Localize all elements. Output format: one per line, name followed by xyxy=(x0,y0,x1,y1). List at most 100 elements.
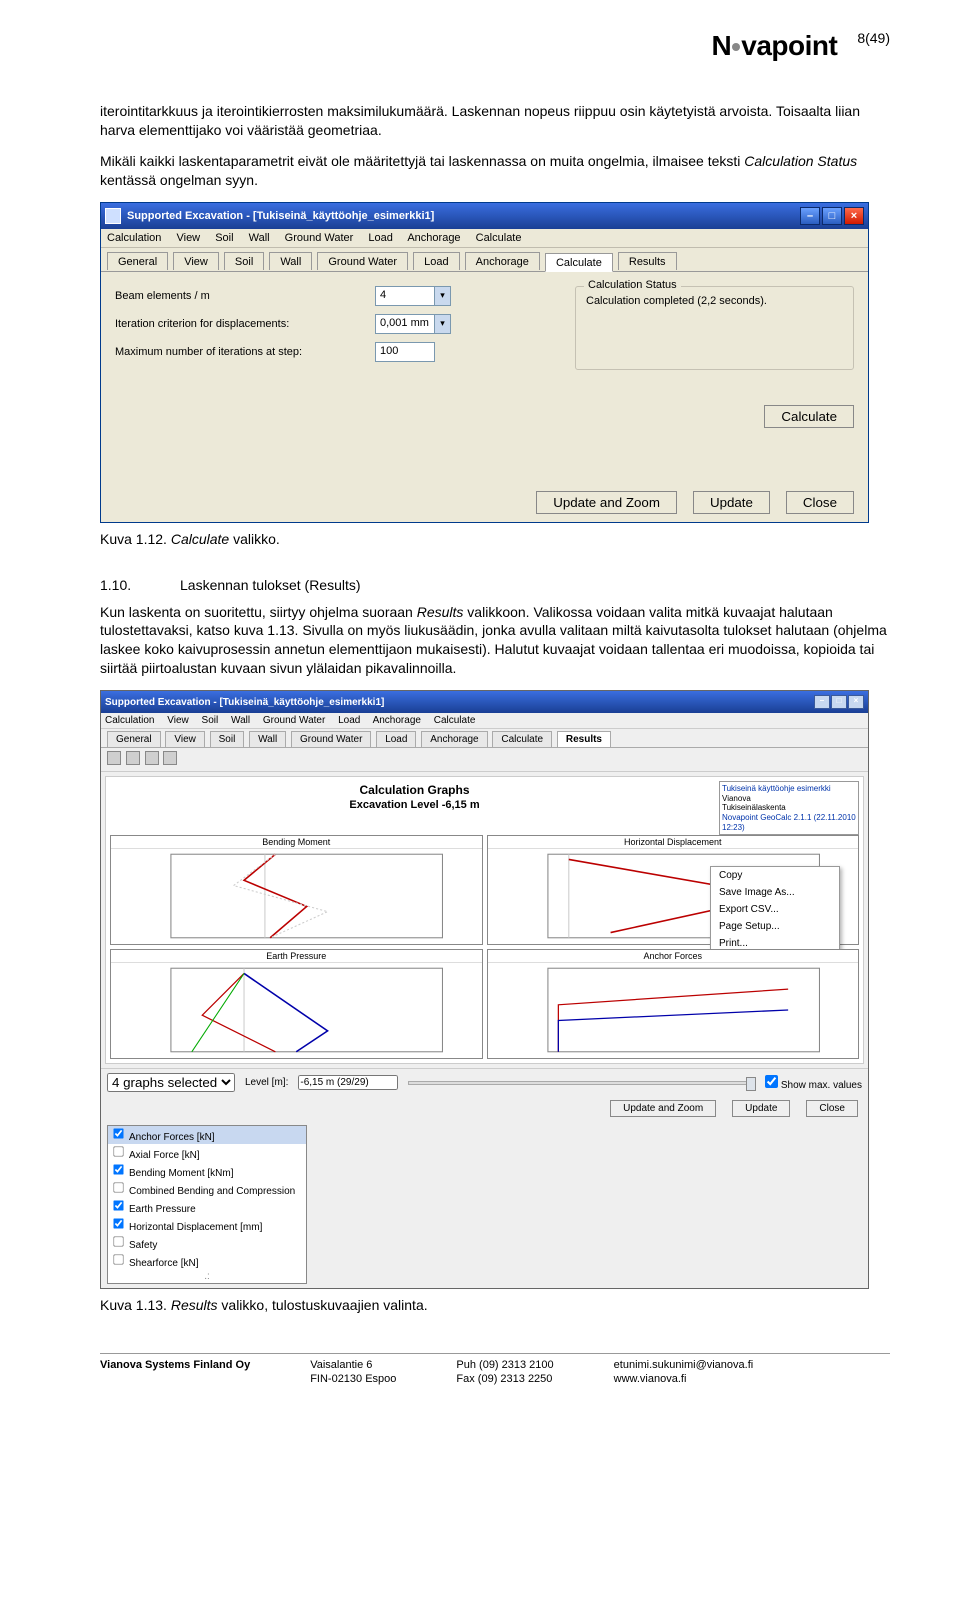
tab-row: General View Soil Wall Ground Water Load… xyxy=(101,248,868,272)
tab-general[interactable]: General xyxy=(107,252,168,270)
section-heading: 1.10.Laskennan tulokset (Results) xyxy=(100,577,890,593)
results-window: Supported Excavation - [Tukiseinä_käyttö… xyxy=(100,690,869,1289)
tab-general[interactable]: General xyxy=(107,731,161,747)
tab-results[interactable]: Results xyxy=(618,252,677,270)
show-max-checkbox[interactable]: Show max. values xyxy=(765,1075,862,1091)
tab-calculate[interactable]: Calculate xyxy=(545,253,613,272)
minimize-button[interactable]: – xyxy=(814,695,830,709)
dropdown-item[interactable]: Safety xyxy=(108,1234,306,1252)
graphs-dropdown: Anchor Forces [kN]Axial Force [kN]Bendin… xyxy=(107,1125,307,1284)
tab-soil[interactable]: Soil xyxy=(210,731,245,747)
tab-view[interactable]: View xyxy=(165,731,205,747)
close-button[interactable]: × xyxy=(844,207,864,225)
tab-anchorage[interactable]: Anchorage xyxy=(421,731,487,747)
menu-wall[interactable]: Wall xyxy=(231,715,250,726)
update-button[interactable]: Update xyxy=(693,491,770,514)
ctx-save-image[interactable]: Save Image As... xyxy=(711,884,839,901)
iteration-label: Iteration criterion for displacements: xyxy=(115,318,375,330)
dropdown-item[interactable]: Axial Force [kN] xyxy=(108,1144,306,1162)
results-lower-bar: 4 graphs selected Level [m]: Show max. v… xyxy=(101,1068,868,1096)
window-title: Supported Excavation - [Tukiseinä_käyttö… xyxy=(127,210,434,222)
dropdown-item[interactable]: Shearforce [kN] xyxy=(108,1252,306,1270)
menu-calculation[interactable]: Calculation xyxy=(107,232,161,244)
tab-wall[interactable]: Wall xyxy=(249,731,286,747)
legend-box: Tukiseinä käyttöohje esimerkki Vianova T… xyxy=(719,781,859,835)
page-footer: Vianova Systems Finland Oy Vaisalantie 6… xyxy=(100,1353,890,1387)
status-legend: Calculation Status xyxy=(584,279,681,291)
tab-load[interactable]: Load xyxy=(413,252,459,270)
dropdown-item[interactable]: Combined Bending and Compression xyxy=(108,1180,306,1198)
chevron-down-icon[interactable]: ▾ xyxy=(435,286,451,306)
menu-soil[interactable]: Soil xyxy=(202,715,219,726)
tab-soil[interactable]: Soil xyxy=(224,252,264,270)
level-label: Level [m]: xyxy=(245,1077,288,1088)
menu-wall[interactable]: Wall xyxy=(249,232,270,244)
max-iter-label: Maximum number of iterations at step: xyxy=(115,346,375,358)
menu-calculate[interactable]: Calculate xyxy=(476,232,522,244)
tab-results[interactable]: Results xyxy=(557,731,611,747)
minimize-button[interactable]: – xyxy=(800,207,820,225)
close-button[interactable]: × xyxy=(848,695,864,709)
print-icon[interactable] xyxy=(163,751,177,765)
close-button[interactable]: Close xyxy=(786,491,854,514)
menu-view[interactable]: View xyxy=(167,715,189,726)
chart-canvas: Tukiseinä käyttöohje esimerkki Vianova T… xyxy=(105,776,864,1064)
calculate-window: Supported Excavation - [Tukiseinä_käyttö… xyxy=(100,202,869,523)
calculation-status-box: Calculation Status Calculation completed… xyxy=(575,286,854,370)
menu-bar: Calculation View Soil Wall Ground Water … xyxy=(101,713,868,729)
ctx-page-setup[interactable]: Page Setup... xyxy=(711,918,839,935)
paragraph-3: Kun laskenta on suoritettu, siirtyy ohje… xyxy=(100,603,890,679)
update-zoom-button[interactable]: Update and Zoom xyxy=(536,491,677,514)
maximize-button[interactable]: □ xyxy=(822,207,842,225)
menu-calculate[interactable]: Calculate xyxy=(434,715,476,726)
menu-anchorage[interactable]: Anchorage xyxy=(373,715,421,726)
update-zoom-button[interactable]: Update and Zoom xyxy=(610,1100,716,1117)
title-bar: Supported Excavation - [Tukiseinä_käyttö… xyxy=(101,691,868,713)
calculate-button[interactable]: Calculate xyxy=(764,405,854,428)
page-number: 8(49) xyxy=(857,30,890,46)
level-input[interactable] xyxy=(298,1075,398,1090)
close-button[interactable]: Close xyxy=(806,1100,858,1117)
beam-label: Beam elements / m xyxy=(115,290,375,302)
menu-anchorage[interactable]: Anchorage xyxy=(407,232,460,244)
level-slider[interactable] xyxy=(408,1081,755,1085)
tab-anchorage[interactable]: Anchorage xyxy=(465,252,540,270)
menu-view[interactable]: View xyxy=(176,232,200,244)
update-button[interactable]: Update xyxy=(732,1100,790,1117)
tab-groundwater[interactable]: Ground Water xyxy=(291,731,371,747)
max-iter-input[interactable]: 100 xyxy=(375,342,435,362)
chevron-down-icon[interactable]: ▾ xyxy=(435,314,451,334)
paste-icon[interactable] xyxy=(145,751,159,765)
menu-load[interactable]: Load xyxy=(338,715,360,726)
dropdown-item[interactable]: Anchor Forces [kN] xyxy=(108,1126,306,1144)
plot-anchor-forces: Anchor Forces xyxy=(487,949,860,1059)
menu-groundwater[interactable]: Ground Water xyxy=(285,232,354,244)
status-text: Calculation completed (2,2 seconds). xyxy=(586,295,843,307)
tab-wall[interactable]: Wall xyxy=(269,252,312,270)
menu-groundwater[interactable]: Ground Water xyxy=(263,715,325,726)
copy-icon[interactable] xyxy=(126,751,140,765)
beam-input[interactable]: 4 xyxy=(375,286,435,306)
menu-calculation[interactable]: Calculation xyxy=(105,715,154,726)
menu-load[interactable]: Load xyxy=(368,232,392,244)
dropdown-item[interactable]: Earth Pressure xyxy=(108,1198,306,1216)
menu-bar: Calculation View Soil Wall Ground Water … xyxy=(101,229,868,248)
page-header: Nvapoint 8(49) xyxy=(100,30,890,62)
tab-load[interactable]: Load xyxy=(376,731,416,747)
figure-caption-1: Kuva 1.12. Calculate valikko. xyxy=(100,531,890,547)
iteration-input[interactable]: 0,001 mm xyxy=(375,314,435,334)
save-icon[interactable] xyxy=(107,751,121,765)
ctx-export-csv[interactable]: Export CSV... xyxy=(711,901,839,918)
dropdown-item[interactable]: Bending Moment [kNm] xyxy=(108,1162,306,1180)
tab-view[interactable]: View xyxy=(173,252,219,270)
ctx-copy[interactable]: Copy xyxy=(711,867,839,884)
dropdown-item[interactable]: Horizontal Displacement [mm] xyxy=(108,1216,306,1234)
tab-calculate[interactable]: Calculate xyxy=(492,731,552,747)
title-bar: Supported Excavation - [Tukiseinä_käyttö… xyxy=(101,203,868,229)
figure-caption-2: Kuva 1.13. Results valikko, tulostuskuva… xyxy=(100,1297,890,1313)
maximize-button[interactable]: □ xyxy=(831,695,847,709)
tab-groundwater[interactable]: Ground Water xyxy=(317,252,408,270)
menu-soil[interactable]: Soil xyxy=(215,232,233,244)
graphs-select[interactable]: 4 graphs selected xyxy=(107,1073,235,1092)
app-icon xyxy=(105,208,121,224)
